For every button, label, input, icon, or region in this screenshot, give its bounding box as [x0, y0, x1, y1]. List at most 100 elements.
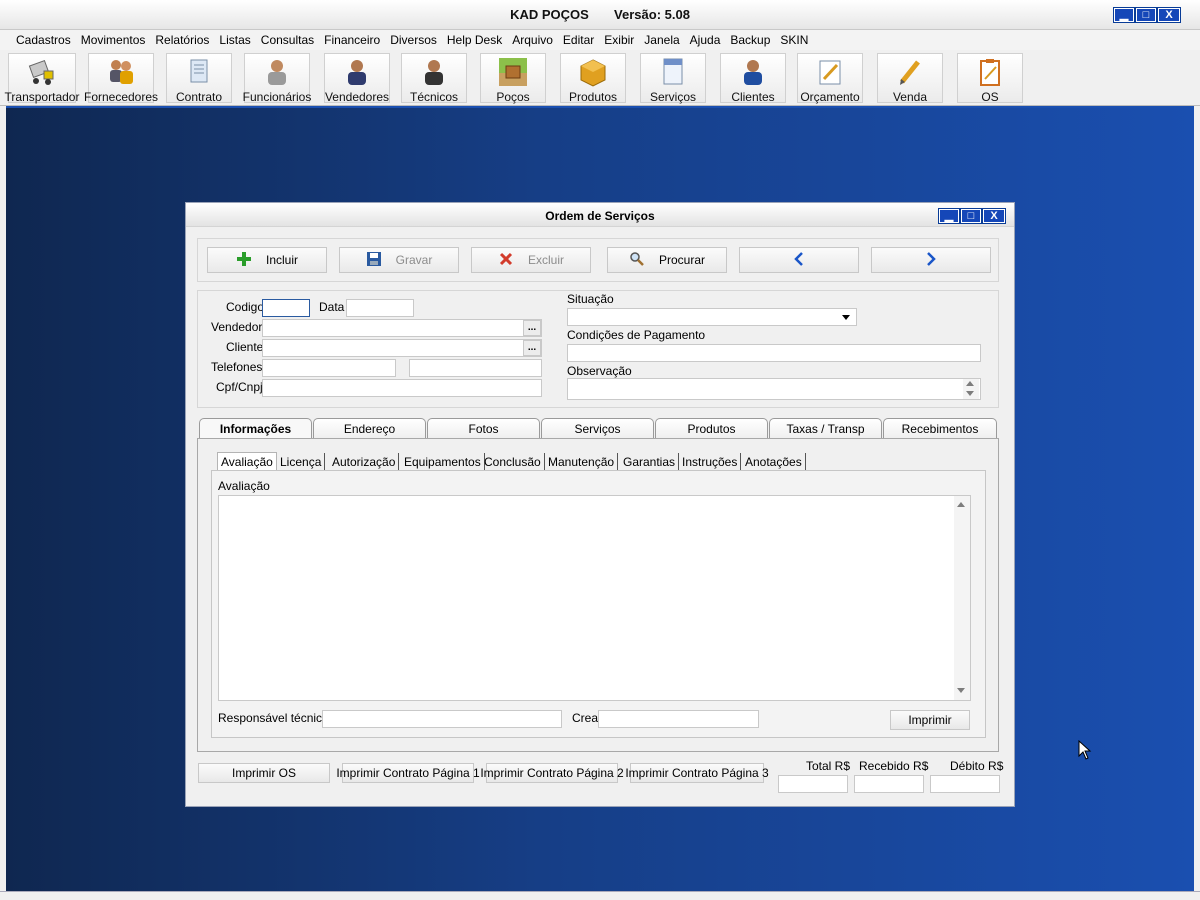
cpf-cnpj-input[interactable]: [262, 379, 542, 397]
app-title-bar: KAD POÇOS Versão: 5.08 ▁ □ X: [0, 0, 1200, 30]
toolbar-label: Poços: [496, 90, 530, 104]
avaliacao-scrollbar[interactable]: [954, 496, 970, 700]
excluir-button[interactable]: Excluir: [471, 247, 591, 273]
imprimir-contrato-3-button[interactable]: Imprimir Contrato Página 3: [625, 763, 769, 783]
debito-input[interactable]: [930, 775, 1000, 793]
menu-consultas[interactable]: Consultas: [256, 33, 319, 47]
dialog-minimize-button[interactable]: ▁: [938, 208, 960, 224]
recebido-label: Recebido R$: [859, 759, 929, 773]
tab-endereco[interactable]: Endereço: [313, 418, 426, 438]
subtab-instrucoes[interactable]: Instruções: [679, 453, 742, 471]
app-maximize-button[interactable]: □: [1135, 7, 1157, 23]
search-icon: [629, 251, 645, 270]
dialog-close-button[interactable]: X: [982, 208, 1006, 224]
tab-recebimentos[interactable]: Recebimentos: [883, 418, 997, 438]
toolbar-os-button[interactable]: OS: [957, 53, 1023, 104]
codigo-input[interactable]: [262, 299, 310, 317]
app-name: KAD POÇOS: [510, 7, 589, 22]
menu-diversos[interactable]: Diversos: [385, 33, 442, 47]
crea-input[interactable]: [598, 710, 759, 728]
data-input[interactable]: [346, 299, 414, 317]
toolbar-fornecedores-button[interactable]: Fornecedores: [84, 53, 158, 104]
imprimir-os-button[interactable]: Imprimir OS: [198, 763, 330, 783]
incluir-button[interactable]: Incluir: [207, 247, 327, 273]
condicoes-pagamento-label: Condições de Pagamento: [567, 328, 706, 342]
situacao-select[interactable]: [567, 308, 857, 326]
gravar-button[interactable]: Gravar: [339, 247, 459, 273]
delete-x-icon: [498, 251, 514, 270]
menu-arquivo[interactable]: Arquivo: [507, 33, 558, 47]
tab-taxas-transp[interactable]: Taxas / Transp: [769, 418, 882, 438]
next-record-button[interactable]: [871, 247, 991, 273]
scroll-up-icon[interactable]: [957, 502, 965, 507]
toolbar-servicos-button[interactable]: Serviços: [640, 53, 706, 104]
imprimir-button[interactable]: Imprimir: [890, 710, 970, 730]
tab-produtos[interactable]: Produtos: [655, 418, 768, 438]
menu-listas[interactable]: Listas: [214, 33, 255, 47]
subtab-equipamentos[interactable]: Equipamentos: [401, 453, 485, 471]
toolbar-orcamento-button[interactable]: Orçamento: [797, 53, 863, 104]
toolbar-pocos-button[interactable]: Poços: [480, 53, 546, 104]
toolbar-produtos-button[interactable]: Produtos: [560, 53, 626, 104]
save-icon: [366, 251, 382, 270]
dialog-maximize-button[interactable]: □: [960, 208, 982, 224]
subtab-anotacoes[interactable]: Anotações: [742, 453, 806, 471]
vendedor-input[interactable]: [262, 319, 542, 337]
procurar-button[interactable]: Procurar: [607, 247, 727, 273]
tab-servicos[interactable]: Serviços: [541, 418, 654, 438]
subtab-garantias[interactable]: Garantias: [620, 453, 680, 471]
toolbar-vendedores-button[interactable]: Vendedores: [324, 53, 390, 104]
menu-financeiro[interactable]: Financeiro: [319, 33, 385, 47]
menu-janela[interactable]: Janela: [639, 33, 684, 47]
scroll-down-icon[interactable]: [957, 688, 965, 693]
app-close-button[interactable]: X: [1157, 7, 1181, 23]
observacao-input[interactable]: [567, 378, 981, 400]
observacao-scrollbar[interactable]: [963, 379, 979, 399]
menu-help-desk[interactable]: Help Desk: [442, 33, 507, 47]
tab-fotos[interactable]: Fotos: [427, 418, 540, 438]
technician-icon: [419, 57, 449, 87]
responsavel-tecnico-input[interactable]: [322, 710, 562, 728]
toolbar-contrato-button[interactable]: Contrato: [166, 53, 232, 104]
cliente-lookup-button[interactable]: ...: [523, 340, 541, 356]
menu-movimentos[interactable]: Movimentos: [76, 33, 151, 47]
menu-ajuda[interactable]: Ajuda: [685, 33, 726, 47]
condicoes-pagamento-input[interactable]: [567, 344, 981, 362]
menu-editar[interactable]: Editar: [558, 33, 599, 47]
toolbar-tecnicos-button[interactable]: Técnicos: [401, 53, 467, 104]
total-input[interactable]: [778, 775, 848, 793]
menu-cadastros[interactable]: Cadastros: [11, 33, 76, 47]
toolbar-funcionarios-button[interactable]: Funcionários: [242, 53, 312, 104]
vendedor-lookup-button[interactable]: ...: [523, 320, 541, 336]
menu-backup[interactable]: Backup: [725, 33, 775, 47]
imprimir-contrato-1-button[interactable]: Imprimir Contrato Página 1: [336, 763, 480, 783]
subtab-manutencao[interactable]: Manutenção: [545, 453, 619, 471]
debito-label: Débito R$: [950, 759, 1004, 773]
recebido-input[interactable]: [854, 775, 924, 793]
imprimir-contrato-2-button[interactable]: Imprimir Contrato Página 2: [480, 763, 624, 783]
toolbar-venda-button[interactable]: Venda: [877, 53, 943, 104]
menu-exibir[interactable]: Exibir: [599, 33, 639, 47]
previous-record-button[interactable]: [739, 247, 859, 273]
telefone2-input[interactable]: [409, 359, 542, 377]
subtab-autorizacao[interactable]: Autorização: [329, 453, 400, 471]
toolbar-label: Funcionários: [242, 90, 312, 104]
tab-informacoes[interactable]: Informações: [199, 418, 312, 439]
toolbar-clientes-button[interactable]: Clientes: [720, 53, 786, 104]
toolbar-transportador-button[interactable]: Transportador: [5, 53, 79, 104]
telefone1-input[interactable]: [262, 359, 396, 377]
chevron-down-icon[interactable]: [839, 310, 853, 324]
app-minimize-button[interactable]: ▁: [1113, 7, 1135, 23]
subtab-avaliacao[interactable]: Avaliação: [217, 452, 277, 470]
menu-skin[interactable]: SKIN: [775, 33, 813, 47]
menu-relatorios[interactable]: Relatórios: [150, 33, 214, 47]
cliente-input[interactable]: [262, 339, 542, 357]
responsavel-tecnico-label: Responsável técnico: [218, 711, 329, 725]
subtab-conclusao[interactable]: Conclusão: [481, 453, 545, 471]
subtab-licenca[interactable]: Licença: [277, 453, 326, 471]
scroll-down-icon[interactable]: [966, 391, 974, 396]
dialog-title-bar[interactable]: Ordem de Serviços ▁ □ X: [186, 203, 1014, 227]
scroll-up-icon[interactable]: [966, 381, 974, 386]
toolbar-label: Contrato: [175, 90, 223, 104]
avaliacao-textarea[interactable]: [218, 495, 971, 701]
